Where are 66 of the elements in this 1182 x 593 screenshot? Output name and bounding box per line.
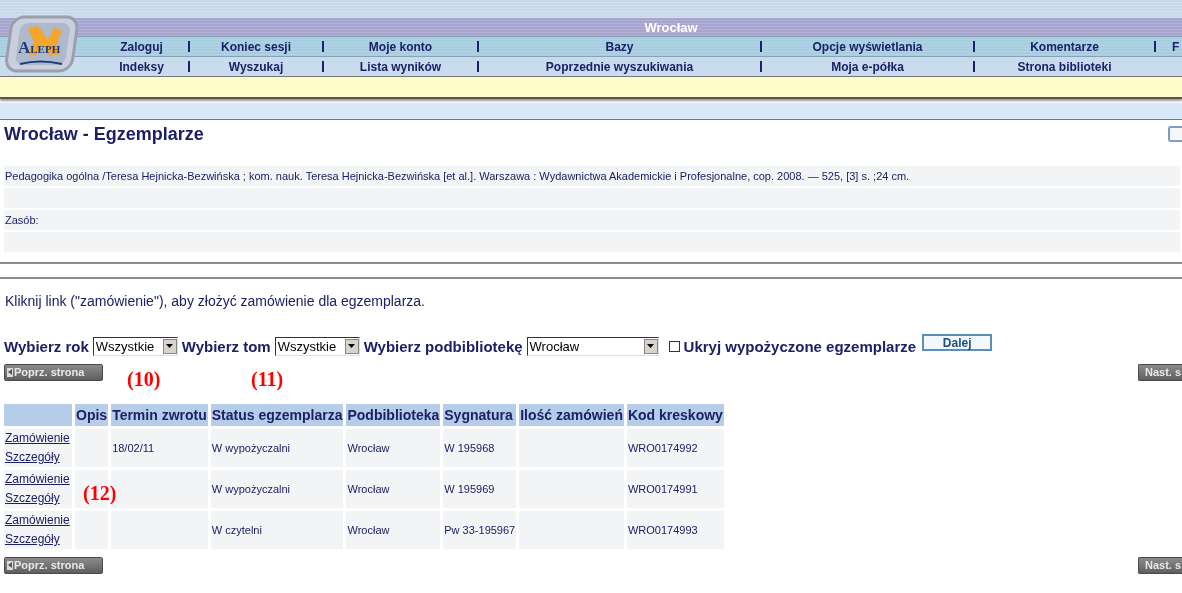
column-header: Kod kreskowy bbox=[626, 404, 724, 426]
dropdown[interactable]: Wszystkie bbox=[92, 336, 178, 356]
dropdown-arrow-icon bbox=[647, 344, 655, 348]
item-link[interactable]: Zamówienie bbox=[5, 429, 70, 448]
dropdown[interactable]: Wrocław bbox=[526, 336, 659, 356]
item-link[interactable]: Szczegóły bbox=[5, 448, 60, 467]
column-header: Sygnatura bbox=[443, 404, 517, 426]
annotation-label: (12) bbox=[83, 482, 117, 505]
table-cell: Wrocław bbox=[347, 483, 390, 495]
menu-link[interactable]: Koniec sesji bbox=[190, 39, 322, 54]
table-cell: W wypożyczalni bbox=[211, 483, 290, 495]
column-header: Termin zwrotu bbox=[111, 404, 208, 426]
menu-link[interactable]: F bbox=[1156, 39, 1182, 54]
table-cell: W czytelni bbox=[211, 524, 262, 536]
previous-page-button[interactable]: Poprz. strona bbox=[4, 556, 103, 574]
filter-label: Wybierz rok bbox=[4, 337, 89, 355]
menu-link[interactable]: Indeksy bbox=[95, 59, 188, 74]
table-cell: Pw 33-195967 bbox=[444, 524, 516, 536]
column-header: Podbiblioteka bbox=[346, 404, 441, 426]
menu-link[interactable]: Wyszukaj bbox=[190, 59, 322, 74]
checkbox[interactable] bbox=[668, 340, 680, 352]
table-cell: W wypożyczalni bbox=[211, 442, 290, 454]
table-cell: W 195968 bbox=[444, 442, 495, 454]
dropdown[interactable]: Wszystkie bbox=[274, 336, 360, 356]
column-header: Opis bbox=[75, 404, 109, 426]
submit-button[interactable]: Dalej bbox=[922, 333, 993, 351]
next-page-button[interactable]: Nast. s bbox=[1138, 556, 1182, 574]
menu-link[interactable]: Strona biblioteki bbox=[975, 59, 1154, 74]
table-cell: WRO0174992 bbox=[627, 442, 698, 454]
filter-label: Wybierz podbibliotekę bbox=[363, 337, 523, 355]
item-link[interactable]: Zamówienie bbox=[5, 470, 70, 489]
item-link[interactable]: Szczegóły bbox=[5, 530, 60, 549]
menu-link[interactable]: Moja e-półka bbox=[762, 59, 973, 74]
site-title: Wrocław bbox=[644, 19, 698, 35]
item-link[interactable]: Zamówienie bbox=[5, 511, 70, 530]
next-page-button[interactable]: Nast. s bbox=[1138, 363, 1182, 381]
page-title: Wrocław - Egzemplarze bbox=[4, 123, 204, 145]
instruction-text: Kliknij link ("zamówienie"), aby złożyć zamówienie dla egzemplarza. bbox=[5, 293, 426, 309]
menu-link[interactable]: Poprzednie wyszukiwania bbox=[479, 59, 760, 74]
menu-link[interactable]: Bazy bbox=[479, 39, 760, 54]
previous-page-button[interactable]: Poprz. strona bbox=[4, 363, 103, 381]
dropdown-arrow-icon bbox=[166, 344, 174, 348]
menu-link[interactable]: Lista wyników bbox=[324, 59, 477, 74]
column-header: Ilość zamówień bbox=[519, 404, 624, 426]
menu-link[interactable]: Opcje wyświetlania bbox=[762, 39, 973, 54]
record-text: Pedagogika ogólna /Teresa Hejnicka-Bezwińska ; kom. nauk. Teresa Hejnicka-Bezwińska [et al.]. Warszawa : Wydawnictwa Akademickie i Profesjonalne, cop. 2008. — 525, [3] s. ;24 cm. bbox=[5, 170, 910, 182]
menu-link[interactable]: Moje konto bbox=[324, 39, 477, 54]
table-cell: WRO0174991 bbox=[627, 483, 698, 495]
table-cell: Wrocław bbox=[347, 442, 390, 454]
table-cell: W 195969 bbox=[444, 483, 495, 495]
dropdown-arrow-icon bbox=[348, 344, 356, 348]
left-triangle-icon bbox=[8, 562, 12, 568]
filter-label: Wybierz tom bbox=[181, 337, 271, 355]
table-cell: WRO0174993 bbox=[627, 524, 698, 536]
annotation-label: (11) bbox=[251, 368, 284, 391]
menu-link[interactable]: Komentarze bbox=[975, 39, 1154, 54]
menu-link[interactable]: Zaloguj bbox=[95, 39, 188, 54]
left-triangle-icon bbox=[8, 369, 12, 375]
table-cell: 18/02/11 bbox=[112, 442, 155, 454]
table-cell: Wrocław bbox=[347, 524, 390, 536]
checkbox-label: Ukryj wypożyczone egzemplarze bbox=[683, 337, 917, 355]
annotation-label: (10) bbox=[127, 368, 161, 391]
column-header: Status egzemplarza bbox=[210, 404, 344, 426]
item-link[interactable]: Szczegóły bbox=[5, 489, 60, 508]
cut-off-button[interactable] bbox=[1168, 126, 1182, 142]
record-text: Zasób: bbox=[5, 214, 39, 226]
